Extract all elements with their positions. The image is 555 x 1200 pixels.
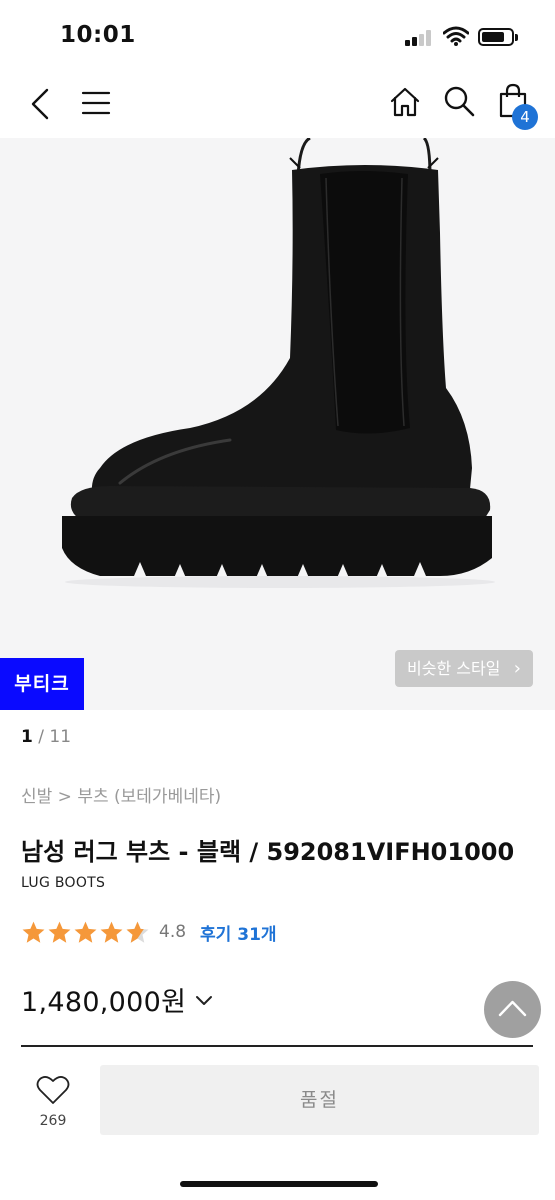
pager-current: 1	[21, 727, 33, 747]
similar-style-label: 비슷한 스타일	[407, 659, 501, 678]
home-indicator	[180, 1181, 378, 1187]
product-title: 남성 러그 부츠 - 블랙 / 592081VIFH01000	[21, 838, 515, 866]
app-header: 4	[0, 70, 555, 138]
wifi-icon	[443, 26, 469, 46]
bottom-action-bar: 269 품절	[0, 1047, 555, 1200]
back-icon[interactable]	[25, 86, 55, 122]
image-pager: 1 / 11	[21, 727, 71, 747]
star-icon	[22, 921, 45, 943]
product-price: 1,480,000원	[21, 987, 187, 1018]
home-icon[interactable]	[388, 85, 422, 119]
status-bar: 10:01	[0, 0, 555, 70]
boutique-tag: 부티크	[0, 658, 84, 710]
pager-total: 11	[49, 727, 72, 747]
product-image-gallery[interactable]: 부티크 비슷한 스타일 ›	[0, 138, 555, 710]
chevron-right-icon: ›	[513, 658, 521, 679]
cellular-signal-icon	[405, 30, 435, 46]
scroll-to-top-button[interactable]	[484, 981, 541, 1038]
star-icon	[74, 921, 97, 943]
pager-separator: /	[32, 727, 50, 747]
search-icon[interactable]	[442, 84, 476, 118]
rating-row: 4.8 후기 31개	[21, 918, 277, 946]
star-icon	[48, 921, 71, 943]
price-row[interactable]: 1,480,000원	[21, 980, 214, 1019]
cart-count-badge[interactable]: 4	[512, 104, 538, 130]
soldout-button[interactable]: 품절	[100, 1065, 539, 1135]
wish-count: 269	[39, 1113, 67, 1129]
chevron-up-icon	[498, 1000, 527, 1017]
half-star-icon	[126, 921, 149, 943]
review-count-link[interactable]: 후기 31개	[200, 920, 277, 945]
rating-value: 4.8	[159, 922, 187, 942]
battery-icon	[478, 28, 518, 46]
breadcrumb[interactable]: 신발 > 부츠 (보테가베네타)	[21, 782, 221, 807]
status-time: 10:01	[60, 22, 136, 48]
heart-icon[interactable]	[36, 1075, 70, 1105]
product-subtitle: LUG BOOTS	[21, 875, 106, 891]
boot-image	[62, 138, 495, 588]
star-icon	[100, 921, 123, 943]
rating-stars	[21, 920, 151, 945]
similar-style-button[interactable]: 비슷한 스타일 ›	[395, 650, 533, 687]
menu-icon[interactable]	[80, 88, 112, 118]
chevron-down-icon[interactable]	[194, 993, 214, 1007]
